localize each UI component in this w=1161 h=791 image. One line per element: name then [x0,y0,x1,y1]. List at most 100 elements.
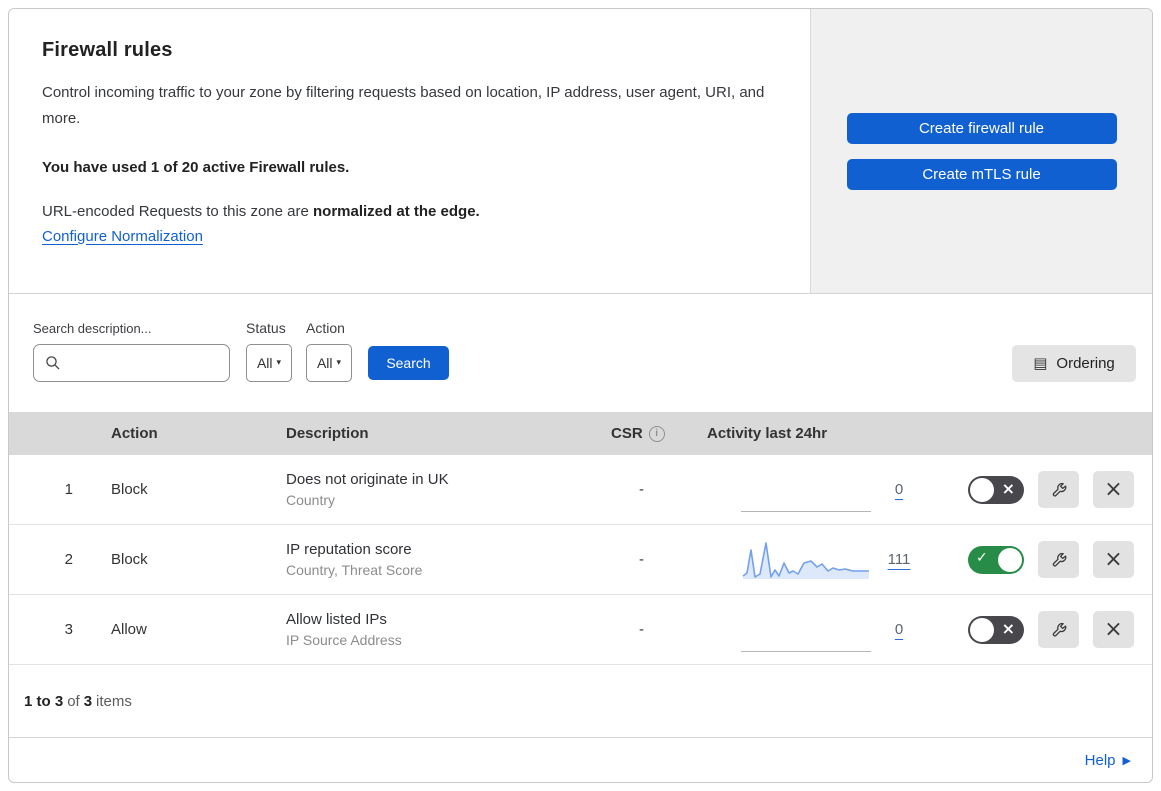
table-row: 2 Block IP reputation score Country, Thr… [9,525,1152,595]
header-section: Firewall rules Control incoming traffic … [9,9,1152,294]
toggle-off-icon: × [1001,618,1015,638]
rule-controls: × × [939,471,1152,508]
search-field-wrap [33,344,230,382]
enable-toggle[interactable]: ✓ [968,545,1024,574]
action-dropdown[interactable]: All ▾ [306,344,352,382]
rule-fields: IP Source Address [286,632,402,648]
rule-priority: 2 [64,551,73,568]
rule-fields: Country, Threat Score [286,562,423,578]
rule-fields: Country [286,492,336,508]
delete-rule-button[interactable]: × [1093,541,1134,578]
list-icon: ▤ [1033,354,1048,372]
activity-sparkline-flat [741,468,871,512]
delete-rule-button[interactable]: × [1093,471,1134,508]
activity-count-link[interactable]: 111 [883,551,915,568]
description-col-header: Description [286,425,369,442]
info-icon[interactable]: i [648,425,665,442]
rule-controls: × × [939,611,1152,648]
close-icon: × [1104,616,1123,642]
ordering-button[interactable]: ▤ Ordering [1012,345,1136,382]
header-text-block: Firewall rules Control incoming traffic … [9,9,810,293]
action-col-header: Action [111,425,158,442]
rule-description-cell: Allow listed IPs IP Source Address [274,611,594,648]
normalization-prefix: URL-encoded Requests to this zone are [42,202,313,220]
rule-description-cell: IP reputation score Country, Threat Scor… [274,541,594,578]
wrench-icon [1052,482,1066,497]
rule-description: Allow listed IPs [286,611,387,628]
close-icon: × [1104,546,1123,572]
activity-count-link[interactable]: 0 [883,481,915,498]
rule-description: IP reputation score [286,541,412,558]
toggle-knob [970,617,994,642]
ordering-label: Ordering [1056,355,1115,372]
rule-description-cell: Does not originate in UK Country [274,471,594,508]
items-range: 1 to 3 [24,692,64,710]
edit-rule-button[interactable] [1038,471,1079,508]
activity-count-link[interactable]: 0 [883,621,915,638]
rule-action: Block [111,551,148,568]
rule-activity-cell: 111 [689,538,939,582]
close-icon: × [1104,476,1123,502]
filter-bar: Search description... Status All ▾ Actio… [9,294,1152,412]
rule-description: Does not originate in UK [286,471,449,488]
search-button[interactable]: Search [368,346,449,380]
delete-rule-button[interactable]: × [1093,611,1134,648]
status-group: Status All ▾ [246,320,292,382]
rule-priority: 3 [64,621,73,638]
help-label: Help [1084,752,1116,769]
status-dropdown[interactable]: All ▾ [246,344,292,382]
items-label: items [96,692,132,710]
enable-toggle[interactable]: × [968,475,1024,504]
activity-sparkline-flat [741,608,871,652]
rule-action: Allow [111,621,147,638]
status-value: All [256,355,273,371]
help-link[interactable]: Help ▶ [1085,752,1131,769]
table-row: 3 Allow Allow listed IPs IP Source Addre… [9,595,1152,665]
toggle-on-icon: ✓ [976,549,988,566]
wrench-icon [1052,552,1066,567]
configure-normalization-link[interactable]: Configure Normalization [42,228,203,245]
rule-priority: 1 [64,481,73,498]
chevron-down-icon: ▾ [336,358,342,368]
pagination-summary: 1 to 3 of 3 items [9,665,1152,738]
search-group: Search description... [33,321,230,382]
rule-csr: - [639,481,644,498]
rule-activity-cell: 0 [689,468,939,512]
usage-note: You have used 1 of 20 active Firewall ru… [42,158,350,176]
activity-col-header: Activity last 24hr [707,425,828,442]
rule-controls: ✓ × [939,541,1152,578]
search-icon [46,356,60,370]
action-value: All [316,355,333,371]
toggle-knob [970,477,994,502]
of-label: of [67,692,80,710]
csr-col-header: CSR i [594,425,689,442]
items-total: 3 [83,692,93,710]
enable-toggle[interactable]: × [968,615,1024,644]
wrench-icon [1052,622,1066,637]
action-group: Action All ▾ [306,320,352,382]
activity-sparkline [742,541,869,579]
rule-action: Block [111,481,148,498]
rule-csr: - [639,551,644,568]
rule-activity-cell: 0 [689,608,939,652]
page-description: Control incoming traffic to your zone by… [42,84,765,128]
create-firewall-rule-button[interactable]: Create firewall rule [846,112,1117,144]
csr-label: CSR [611,425,643,442]
rule-csr: - [639,621,644,638]
edit-rule-button[interactable] [1038,541,1079,578]
table-header: Action Description CSR i Activity last 2… [9,412,1152,455]
page-title: Firewall rules [42,39,173,61]
search-input[interactable] [33,344,230,382]
search-label: Search description... [33,321,152,336]
action-label: Action [306,320,345,336]
help-bar: Help ▶ [9,738,1152,782]
normalization-text: URL-encoded Requests to this zone are no… [42,203,770,220]
create-mtls-rule-button[interactable]: Create mTLS rule [846,158,1117,190]
table-row: 1 Block Does not originate in UK Country… [9,455,1152,525]
normalization-bold: normalized at the edge. [313,202,480,220]
firewall-rules-card: Firewall rules Control incoming traffic … [8,8,1153,783]
edit-rule-button[interactable] [1038,611,1079,648]
arrow-right-icon: ▶ [1122,754,1131,767]
toggle-knob [998,547,1022,572]
action-panel: Create firewall rule Create mTLS rule [810,9,1152,293]
